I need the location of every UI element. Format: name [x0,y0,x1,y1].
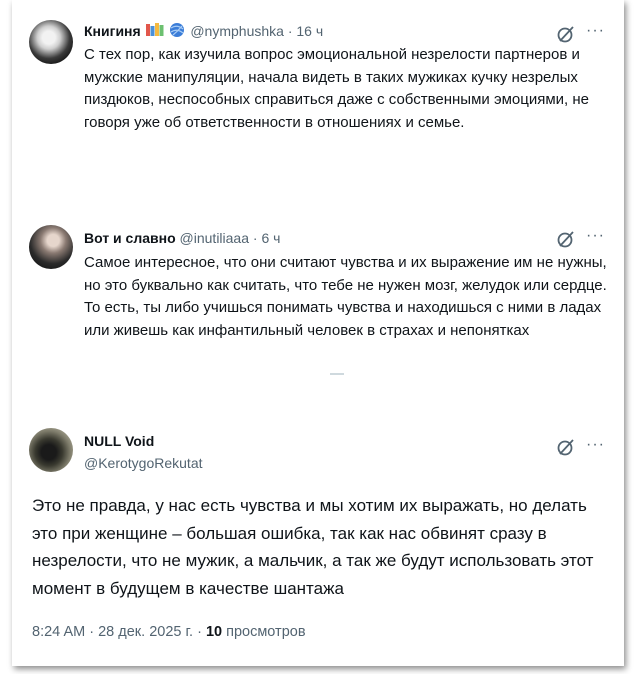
avatar[interactable] [29,428,73,472]
tweet-date[interactable]: 28 дек. 2025 г. [98,624,193,640]
tweet-header: NULL Void [84,432,154,450]
author-name[interactable]: Книгиня [84,23,141,39]
more-icon[interactable]: ··· [586,22,605,40]
views-label: просмотров [226,624,306,640]
grok-icon[interactable] [556,229,576,249]
tweet-time[interactable]: · 6 ч [253,230,281,246]
tweet-subheader: @KerotygoRekutat [84,454,203,472]
tweet-meta: 8:24 AM · 28 дек. 2025 г. · 10 просмотро… [32,624,306,640]
more-icon[interactable]: ··· [586,227,605,245]
separator: · [197,624,202,640]
author-handle[interactable]: @KerotygoRekutat [84,455,203,471]
more-icon[interactable]: ··· [586,436,605,454]
tweet-header: Вот и славно @inutiliaaa · 6 ч [84,229,280,247]
author-handle[interactable]: @inutiliaaa [180,230,249,246]
views-count: 10 [205,624,223,640]
tweet-text: Самое интересное, что они считают чувств… [84,254,607,339]
books-icon [145,23,164,41]
tweet-text: Это не правда, у нас есть чувства и мы х… [32,496,594,598]
avatar[interactable] [29,20,73,64]
separator: · [89,624,95,640]
tweet-header: Книгиня @nymphushka · 16 ч [84,22,323,42]
yarn-icon [169,22,185,42]
tweet-time[interactable]: 8:24 AM [32,624,85,640]
tweet-text: С тех пор, как изучила вопрос эмоциональ… [84,46,589,131]
author-name[interactable]: NULL Void [84,433,154,449]
author-name[interactable]: Вот и славно [84,230,176,246]
tweet-time[interactable]: · 16 ч [288,23,323,39]
thread-card: Книгиня @nymphushka · 16 ч ··· С тех пор… [12,0,624,666]
grok-icon[interactable] [556,437,576,457]
avatar[interactable] [29,225,73,269]
author-handle[interactable]: @nymphushka [190,23,284,39]
grok-icon[interactable] [556,24,576,44]
divider [330,373,344,375]
